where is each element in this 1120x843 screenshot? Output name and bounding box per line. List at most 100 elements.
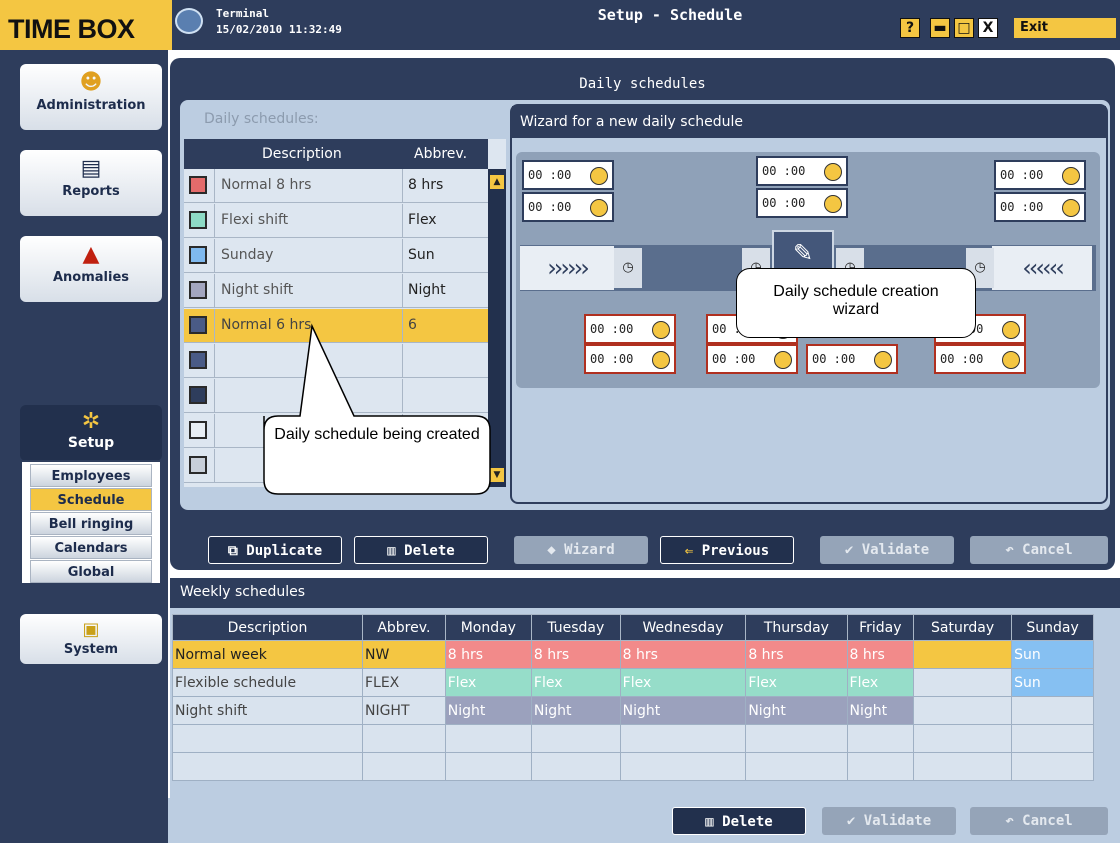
spinner-icon[interactable] (1002, 321, 1020, 339)
subnav-bell-ringing[interactable]: Bell ringing (30, 512, 152, 535)
weekly-row[interactable] (172, 752, 1094, 781)
computer-icon: ▣ (82, 619, 100, 640)
scroll-down-icon[interactable]: ▼ (490, 468, 504, 482)
daily-schedule-row[interactable]: Sunday Sun (184, 239, 488, 273)
subnav-global[interactable]: Global (30, 560, 152, 583)
time-field[interactable]: 00 :00 (522, 160, 614, 190)
weekly-cell (913, 640, 1013, 669)
previous-button[interactable]: ⇐ Previous (660, 536, 794, 564)
spinner-icon[interactable] (1062, 167, 1080, 185)
document-icon: ▤ (80, 156, 102, 181)
nav-administration[interactable]: ☻ Administration (20, 64, 162, 130)
color-swatch[interactable] (189, 351, 207, 369)
subnav-calendars[interactable]: Calendars (30, 536, 152, 559)
weekly-cancel-label: Cancel (1022, 813, 1073, 829)
row-abbrev: Night (408, 282, 446, 298)
wizard-title: Wizard for a new daily schedule (512, 106, 1106, 138)
weekly-cell: NIGHT (361, 696, 446, 725)
time-field[interactable]: 00 :00 (934, 344, 1026, 374)
minimize-button[interactable]: ▬ (930, 18, 950, 38)
time-field[interactable]: 00 :00 (756, 188, 848, 218)
spinner-icon[interactable] (652, 321, 670, 339)
spinner-icon[interactable] (824, 163, 842, 181)
row-description: Sunday (221, 247, 274, 263)
time-field[interactable]: 00 :00 (806, 344, 898, 374)
maximize-button[interactable]: □ (954, 18, 974, 38)
color-swatch[interactable] (189, 316, 207, 334)
weekly-cell: FLEX (361, 668, 446, 697)
weekly-cell (361, 724, 446, 753)
time-field[interactable]: 00 :00 (584, 314, 676, 344)
weekly-cell: Flex (846, 668, 915, 697)
cancel-button[interactable]: ↶ Cancel (970, 536, 1108, 564)
weekly-row[interactable]: Night shift NIGHT Night Night Night Night Nigh… (172, 696, 1094, 725)
exit-button[interactable]: Exit (1014, 18, 1116, 38)
daily-schedule-row[interactable]: Flexi shift Flex (184, 204, 488, 238)
terminal-name: Terminal (216, 7, 269, 20)
color-swatch[interactable] (189, 281, 207, 299)
duplicate-label: Duplicate (246, 543, 323, 559)
close-button[interactable]: X (978, 18, 998, 38)
color-swatch[interactable] (189, 386, 207, 404)
spinner-icon[interactable] (1002, 351, 1020, 369)
weekly-cell (745, 724, 848, 753)
delete-label: Delete (404, 543, 455, 559)
color-swatch[interactable] (189, 246, 207, 264)
spinner-icon[interactable] (874, 351, 892, 369)
time-field[interactable]: 00 :00 (994, 192, 1086, 222)
spinner-icon[interactable] (824, 195, 842, 213)
scroll-up-icon[interactable]: ▲ (490, 175, 504, 189)
previous-label: Previous (701, 543, 770, 559)
daily-schedule-row[interactable]: Normal 8 hrs 8 hrs (184, 169, 488, 203)
validate-label: Validate (861, 542, 930, 558)
help-button[interactable]: ? (900, 18, 920, 38)
time-field[interactable]: 00 :00 (584, 344, 676, 374)
subnav-schedule[interactable]: Schedule (30, 488, 152, 511)
weekly-row[interactable] (172, 724, 1094, 753)
nav-anomalies[interactable]: ▲ Anomalies (20, 236, 162, 302)
time-field[interactable]: 00 :00 (994, 160, 1086, 190)
spinner-icon[interactable] (590, 199, 608, 217)
nav-reports[interactable]: ▤ Reports (20, 150, 162, 216)
weekly-validate-button[interactable]: ✔ Validate (822, 807, 956, 835)
weekly-title: Weekly schedules (170, 578, 1120, 608)
nav-label: System (63, 642, 119, 657)
spinner-icon[interactable] (774, 351, 792, 369)
weekly-cell: 8 hrs (444, 640, 532, 669)
spinner-icon[interactable] (1062, 199, 1080, 217)
weekly-row[interactable]: Normal week NW 8 hrs 8 hrs 8 hrs 8 hrs 8 hrs Su… (172, 640, 1094, 669)
time-value: 00 :00 (762, 196, 806, 210)
weekly-cell (1011, 752, 1094, 781)
daily-schedule-row[interactable]: Night shift Night (184, 274, 488, 308)
weekly-cell (913, 668, 1013, 697)
row-description: Normal 8 hrs (221, 177, 312, 193)
spinner-icon[interactable] (652, 351, 670, 369)
spinner-icon[interactable] (590, 167, 608, 185)
validate-button[interactable]: ✔ Validate (820, 536, 954, 564)
nav-setup[interactable]: ✲ Setup (20, 405, 162, 461)
nav-label: Reports (62, 184, 120, 199)
weekly-cell: Flexible schedule (172, 668, 363, 697)
time-field[interactable]: 00 :00 (706, 344, 798, 374)
weekly-cell: Sun (1011, 668, 1094, 697)
time-field[interactable]: 00 :00 (756, 156, 848, 186)
daily-list-label: Daily schedules: (204, 111, 319, 127)
people-icon: ☻ (79, 70, 103, 95)
weekly-cancel-button[interactable]: ↶ Cancel (970, 807, 1108, 835)
weekly-col-header: Friday (846, 614, 915, 641)
color-swatch[interactable] (189, 211, 207, 229)
duplicate-button[interactable]: ⧉ Duplicate (208, 536, 342, 564)
color-swatch[interactable] (189, 421, 207, 439)
color-swatch[interactable] (189, 176, 207, 194)
weekly-cell: Night (530, 696, 621, 725)
time-field[interactable]: 00 :00 (522, 192, 614, 222)
weekly-cell (913, 696, 1013, 725)
nav-system[interactable]: ▣ System (20, 614, 162, 664)
subnav-employees[interactable]: Employees (30, 464, 152, 487)
color-swatch[interactable] (189, 456, 207, 474)
weekly-row[interactable]: Flexible schedule FLEX Flex Flex Flex Flex Fle… (172, 668, 1094, 697)
weekly-delete-button[interactable]: ▥ Delete (672, 807, 806, 835)
row-divider (214, 239, 215, 273)
wizard-button[interactable]: ◆ Wizard (514, 536, 648, 564)
delete-button[interactable]: ▥ Delete (354, 536, 488, 564)
